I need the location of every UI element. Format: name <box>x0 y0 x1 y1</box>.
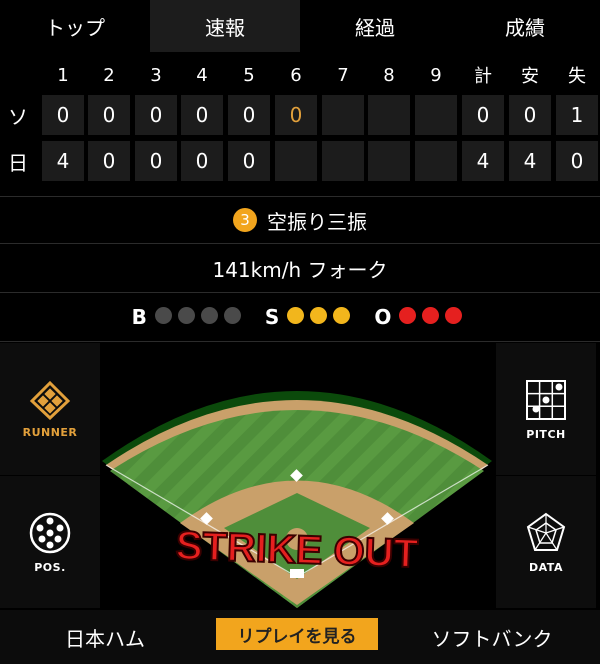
top-tab-bar: トップ 速報 経過 成績 <box>0 0 600 52</box>
scoreboard-header-row: 1 2 3 4 5 6 7 8 9 計 安 失 <box>0 55 600 95</box>
score-cell <box>368 141 410 181</box>
scoreboard-header-runs: 計 <box>474 66 492 87</box>
strike-label: S <box>264 305 280 329</box>
out-count: O <box>374 305 468 329</box>
scoreboard-header-errors: 失 <box>568 66 586 87</box>
scoreboard-header-inning-8: 8 <box>383 64 395 86</box>
ball-dot <box>177 307 195 324</box>
scoreboard-header-inning-3: 3 <box>150 64 162 86</box>
scoreboard-header-inning-6: 6 <box>290 64 302 86</box>
score-cell: 0 <box>556 141 598 181</box>
strike-dot <box>310 307 328 324</box>
score-cell: 4 <box>42 141 84 181</box>
score-cell: 4 <box>509 141 551 181</box>
score-cell: 0 <box>275 95 317 135</box>
out-dot <box>422 307 440 324</box>
baseball-field: STRIKE OUT <box>100 343 494 608</box>
scoreboard-header-inning-1: 1 <box>57 64 69 86</box>
pitch-info: 141km/h フォーク <box>0 244 600 292</box>
tab-stats[interactable]: 成績 <box>450 0 600 52</box>
batter-order-badge: 3 <box>233 208 257 232</box>
play-result-text: 空振り三振 <box>267 209 367 234</box>
strike-dot <box>333 307 351 324</box>
score-cell <box>415 141 457 181</box>
play-result: 3 空振り三振 <box>0 197 600 243</box>
score-cell: 0 <box>135 95 177 135</box>
ball-label: B <box>131 305 147 329</box>
pitch-label: PITCH <box>526 427 566 441</box>
score-cell <box>415 95 457 135</box>
scoreboard-header-inning-9: 9 <box>430 64 442 86</box>
scoreboard-header-inning-2: 2 <box>103 64 115 86</box>
team-abbrev-home: 日 <box>8 150 28 175</box>
score-cell: 0 <box>135 141 177 181</box>
score-cell <box>275 141 317 181</box>
score-cell: 0 <box>462 95 504 135</box>
data-button[interactable]: DATA <box>496 476 596 608</box>
strike-dot <box>287 307 305 324</box>
count-indicator: B S O <box>0 293 600 341</box>
team-abbrev-away: ソ <box>8 104 28 129</box>
tab-live[interactable]: 速報 <box>150 0 300 52</box>
out-label: O <box>374 305 392 329</box>
runner-diamond-icon <box>29 380 71 420</box>
home-team-name[interactable]: 日本ハム <box>0 610 210 664</box>
scoreboard-header-inning-7: 7 <box>337 64 349 86</box>
score-cell: 0 <box>181 95 223 135</box>
replay-button[interactable]: リプレイを見る <box>216 618 378 650</box>
out-dot <box>399 307 417 324</box>
scoreboard-row-away: ソ 000000001 <box>0 95 600 135</box>
score-cell: 0 <box>88 141 130 181</box>
ball-dot <box>200 307 218 324</box>
runner-label: RUNNER <box>22 425 78 439</box>
divider <box>0 341 600 342</box>
ball-count: B <box>132 305 247 329</box>
score-cell: 0 <box>42 95 84 135</box>
strike-out-overlay: STRIKE OUT <box>175 524 419 576</box>
score-cell: 0 <box>181 141 223 181</box>
scoreboard-row-home: 日 40000440 <box>0 141 600 181</box>
scoreboard-header-hits: 安 <box>521 66 539 87</box>
score-cell: 4 <box>462 141 504 181</box>
out-dot <box>445 307 463 324</box>
score-cell: 0 <box>509 95 551 135</box>
strike-count: S <box>265 305 356 329</box>
ball-dot <box>223 307 241 324</box>
positions-button[interactable]: POS. <box>0 476 100 608</box>
scoreboard: 123456789計安失 ソ 000000001 日 40000440 <box>0 55 600 195</box>
score-cell <box>322 95 364 135</box>
pitch-button[interactable]: PITCH <box>496 343 596 475</box>
score-cell: 1 <box>556 95 598 135</box>
ball-dot <box>154 307 172 324</box>
scoreboard-header-inning-4: 4 <box>196 64 208 86</box>
radar-chart-icon <box>526 512 566 551</box>
tab-top[interactable]: トップ <box>0 0 150 52</box>
score-cell: 0 <box>228 95 270 135</box>
score-cell <box>322 141 364 181</box>
away-team-name[interactable]: ソフトバンク <box>384 610 600 664</box>
scoreboard-header-inning-5: 5 <box>243 64 255 86</box>
pitch-grid-icon <box>526 379 566 420</box>
tab-progress[interactable]: 経過 <box>300 0 450 52</box>
score-cell: 0 <box>88 95 130 135</box>
pitch-speed-type: 141km/h フォーク <box>212 257 388 282</box>
positions-icon <box>29 512 71 553</box>
data-label: DATA <box>529 560 563 574</box>
field-graphic: STRIKE OUT <box>102 391 492 608</box>
score-cell: 0 <box>228 141 270 181</box>
score-cell <box>368 95 410 135</box>
runner-button[interactable]: RUNNER <box>0 343 100 475</box>
positions-label: POS. <box>34 560 66 574</box>
